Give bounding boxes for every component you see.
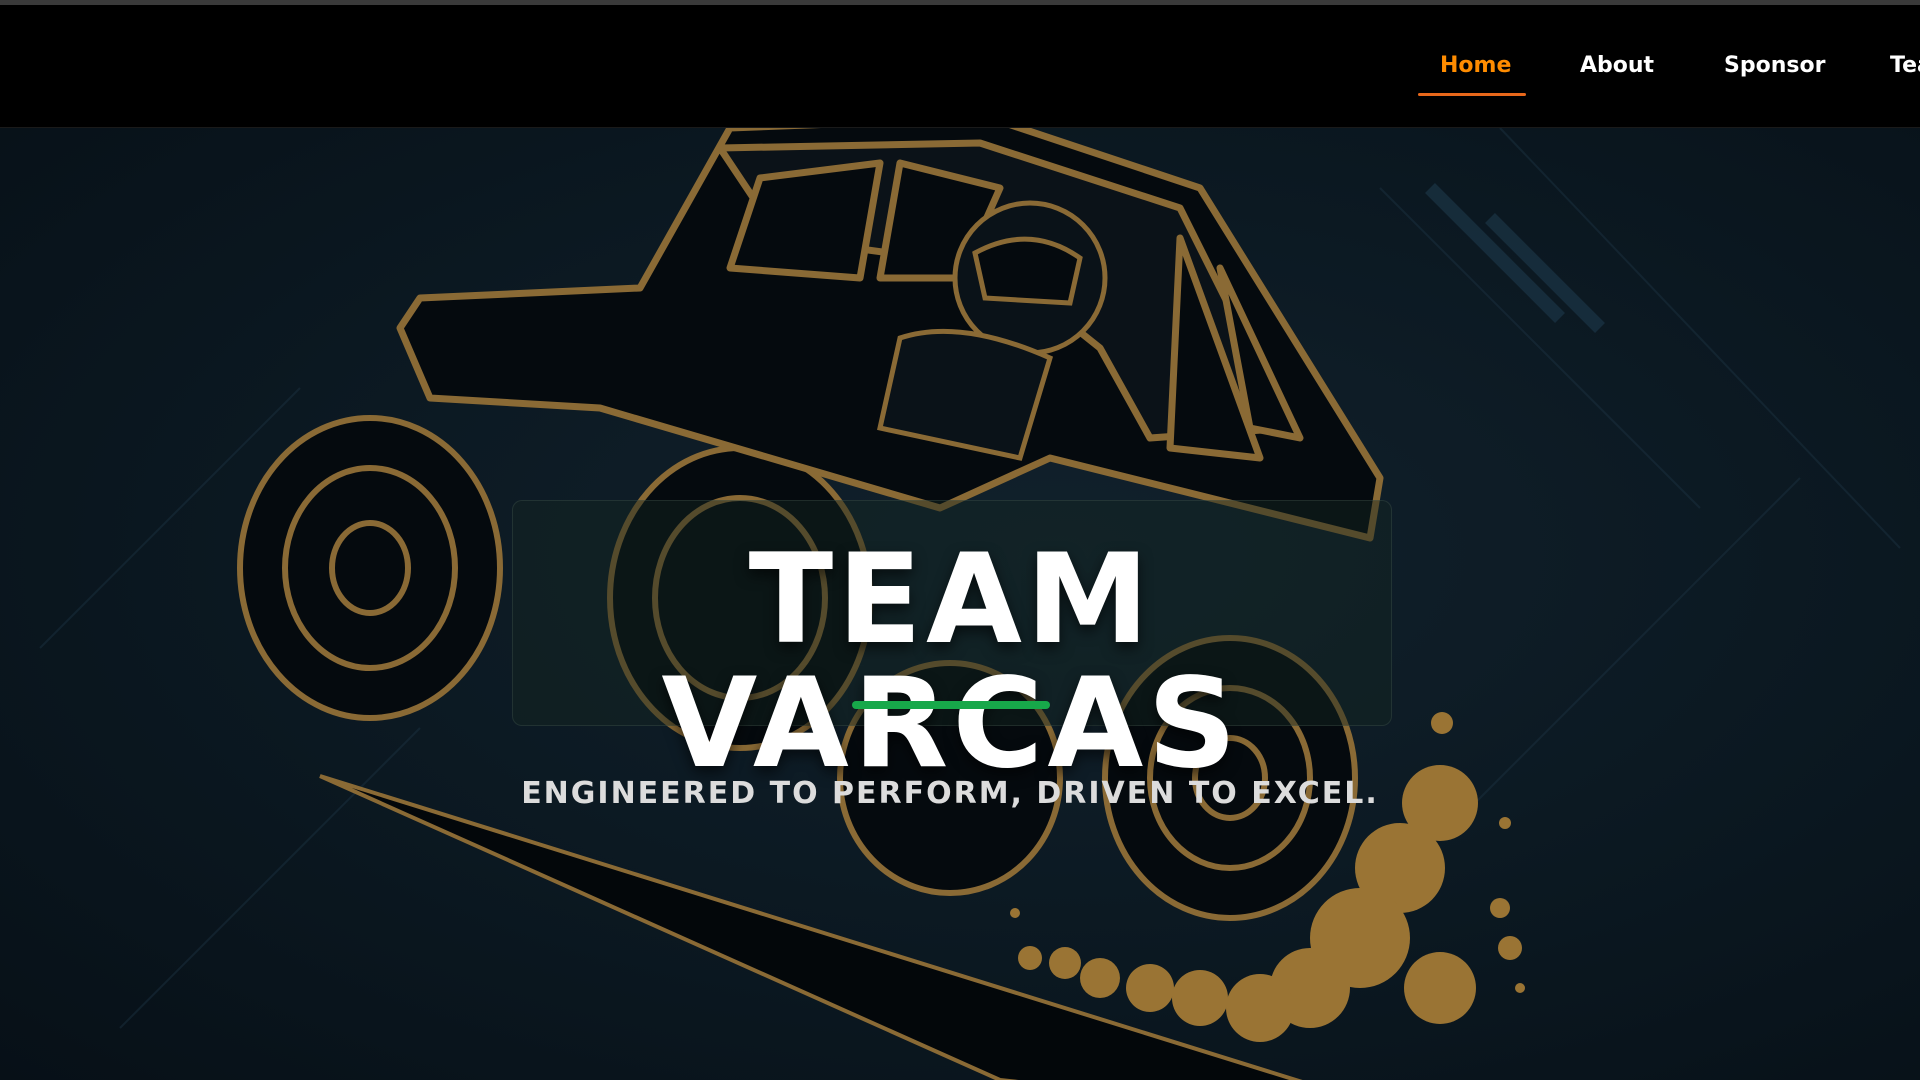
- hero-tagline: ENGINEERED TO PERFORM, DRIVEN TO EXCEL.: [521, 776, 1379, 811]
- hero-title-accent-bar: [852, 701, 1050, 709]
- nav-sponsor-link[interactable]: Sponsor: [1724, 53, 1825, 78]
- nav-about-link[interactable]: About: [1580, 53, 1654, 78]
- nav-active-underline: [1418, 93, 1526, 96]
- top-navbar: Home About Sponsor Tea: [0, 5, 1920, 128]
- nav-team-link[interactable]: Tea: [1890, 53, 1920, 78]
- nav-home-link[interactable]: Home: [1440, 53, 1511, 78]
- hero-section: TEAM VARCAS ENGINEERED TO PERFORM, DRIVE…: [0, 128, 1920, 1080]
- hero-title: TEAM VARCAS: [661, 528, 1241, 796]
